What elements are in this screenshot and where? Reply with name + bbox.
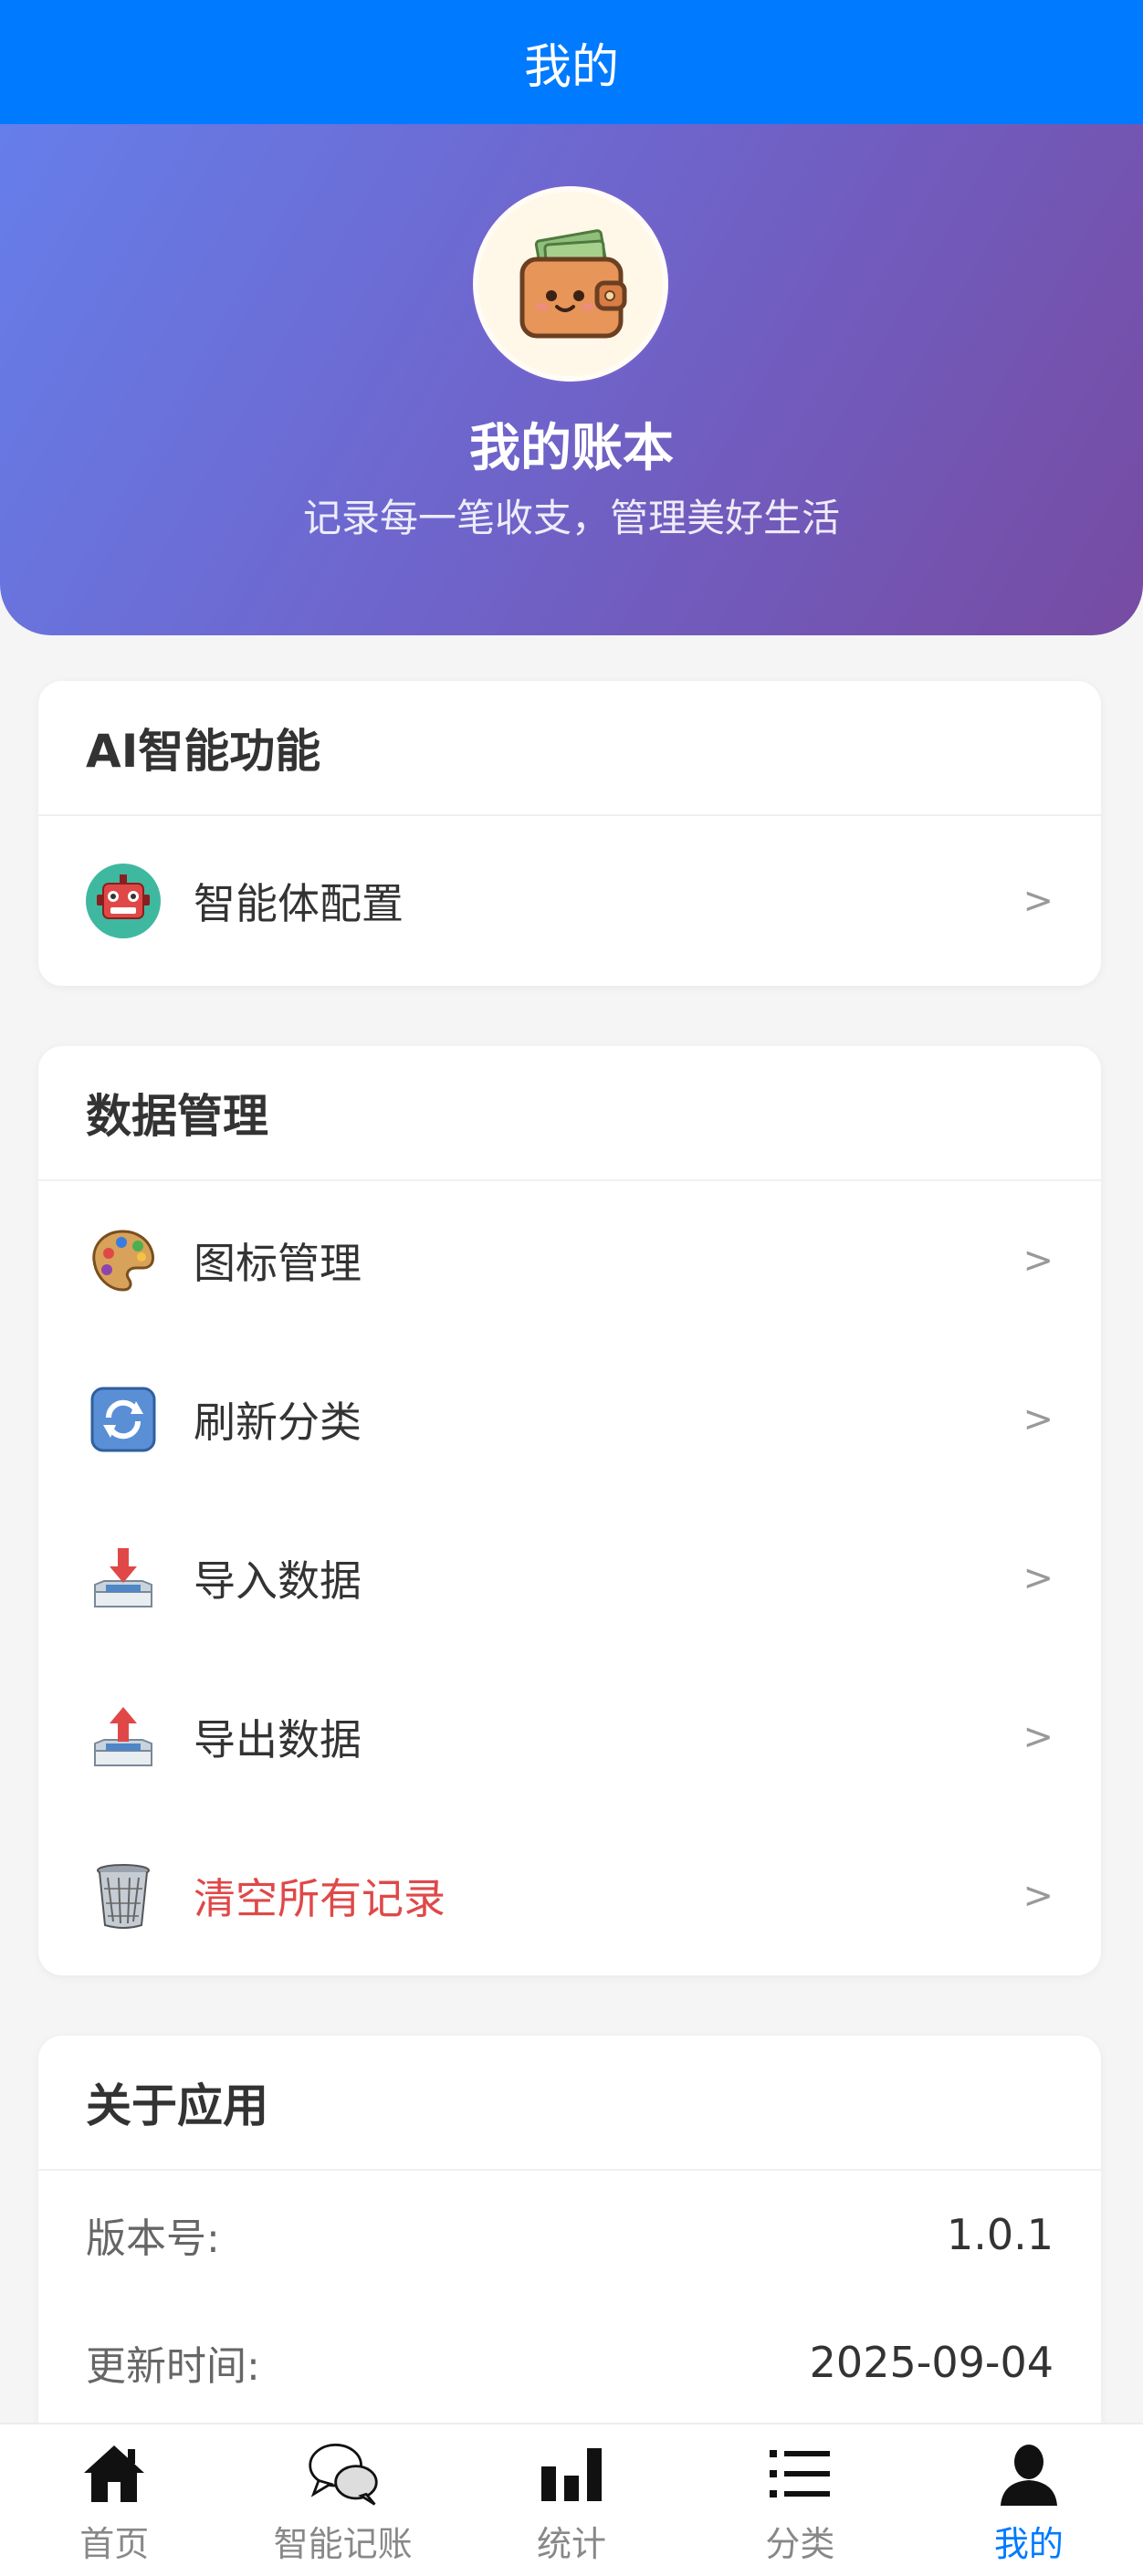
chat-icon [307,2437,380,2510]
tab-statistics[interactable]: 统计 [457,2424,686,2576]
profile-name: 我的账本 [469,419,674,478]
tab-smart-bookkeeping[interactable]: 智能记账 [228,2424,456,2576]
update-time-row: 更新时间: 2025-09-04 [38,2299,1101,2426]
chevron-right-icon: > [1022,1875,1054,1917]
menu-item-clear-records[interactable]: 清空所有记录 > [38,1817,1101,1975]
menu-item-refresh-categories[interactable]: 刷新分类 > [38,1340,1101,1499]
version-value: 1.0.1 [946,2210,1054,2259]
profile-subtitle: 记录每一笔收支，管理美好生活 [302,496,840,540]
tab-label: 分类 [765,2524,835,2564]
user-icon [992,2437,1065,2510]
bottom-tab-bar: 首页 智能记账 统计 分类 我的 [0,2423,1143,2576]
version-row: 版本号: 1.0.1 [38,2171,1101,2299]
list-icon [763,2437,836,2510]
tab-categories[interactable]: 分类 [686,2424,914,2576]
menu-item-import-data[interactable]: 导入数据 > [38,1499,1101,1658]
menu-item-label: 刷新分类 [194,1398,362,1447]
data-management-card: 数据管理 图标管理 > 刷新分类 > 导入数据 > 导出数据 > 清空所有记录 … [38,1046,1101,1975]
chevron-right-icon: > [1022,1398,1054,1440]
tab-home[interactable]: 首页 [0,2424,228,2576]
palette-icon [86,1223,161,1298]
top-nav-bar: 我的 [0,0,1143,124]
menu-item-icon-management[interactable]: 图标管理 > [38,1181,1101,1340]
tab-label: 首页 [79,2524,150,2564]
menu-item-label: 导出数据 [194,1715,362,1764]
tab-label: 统计 [537,2524,607,2564]
wallet-icon [519,229,627,339]
info-key: 更新时间: [86,2343,260,2390]
menu-item-label: 智能体配置 [194,879,404,928]
ai-section-card: AI智能功能 智能体配置 > [38,681,1101,986]
menu-item-label: 导入数据 [194,1556,362,1606]
avatar[interactable] [473,186,668,382]
profile-banner: 我的账本 记录每一笔收支，管理美好生活 [0,124,1143,635]
chevron-right-icon: > [1022,880,1054,922]
info-key: 版本号: [86,2215,220,2262]
chevron-right-icon: > [1022,1716,1054,1758]
home-icon [78,2437,151,2510]
menu-item-export-data[interactable]: 导出数据 > [38,1658,1101,1817]
menu-item-label: 清空所有记录 [194,1874,446,1923]
menu-item-label: 图标管理 [194,1239,362,1288]
trash-icon [86,1859,161,1933]
section-title: AI智能功能 [38,681,1101,816]
about-app-card: 关于应用 版本号: 1.0.1 更新时间: 2025-09-04 [38,2036,1101,2426]
refresh-icon [86,1382,161,1457]
export-icon [86,1700,161,1775]
section-title: 关于应用 [38,2036,1101,2171]
section-title: 数据管理 [38,1046,1101,1181]
robot-icon [86,864,161,938]
tab-label: 智能记账 [273,2524,413,2564]
page-title: 我的 [523,39,619,95]
chevron-right-icon: > [1022,1557,1054,1599]
import-icon [86,1541,161,1616]
tab-mine[interactable]: 我的 [915,2424,1143,2576]
update-time-value: 2025-09-04 [809,2338,1054,2387]
bar-chart-icon [535,2437,608,2510]
menu-item-agent-config[interactable]: 智能体配置 > [38,816,1101,986]
chevron-right-icon: > [1022,1240,1054,1282]
tab-label: 我的 [993,2524,1064,2564]
